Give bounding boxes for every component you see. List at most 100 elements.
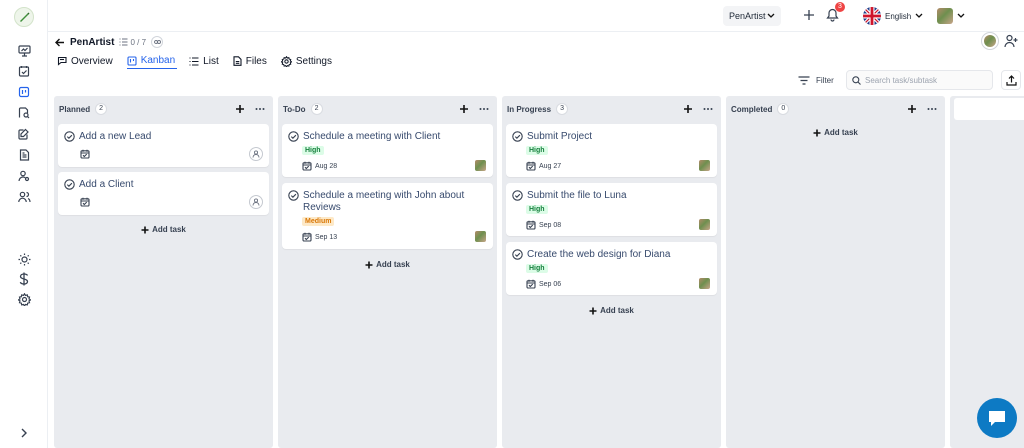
- column-count: 2: [95, 103, 108, 115]
- task-card[interactable]: Add a Client: [58, 172, 269, 215]
- check-circle-icon[interactable]: [512, 131, 523, 142]
- theme-sun-icon[interactable]: [16, 251, 32, 267]
- leads-search-icon[interactable]: [16, 105, 32, 121]
- due-date[interactable]: Sep 13: [302, 232, 337, 242]
- add-task-plus-icon[interactable]: [683, 104, 693, 114]
- assignee-avatar[interactable]: [699, 219, 710, 230]
- user-settings-icon[interactable]: [16, 168, 32, 184]
- assignee-avatar[interactable]: [475, 160, 486, 171]
- user-menu[interactable]: [937, 6, 970, 26]
- more-options-icon[interactable]: [927, 104, 937, 114]
- team-icon[interactable]: [16, 189, 32, 205]
- assignee-avatar[interactable]: [699, 160, 710, 171]
- task-card[interactable]: Submit the file to Luna High Sep 08: [506, 183, 717, 236]
- workspace-select[interactable]: PenArtist: [723, 6, 781, 26]
- tab-label: Settings: [295, 55, 332, 67]
- check-circle-icon[interactable]: [64, 131, 75, 142]
- settings-gear-icon[interactable]: [16, 291, 32, 307]
- add-task-label: Add task: [152, 225, 186, 234]
- tab-list[interactable]: List: [189, 53, 221, 69]
- more-options-icon[interactable]: [255, 104, 265, 114]
- filter-label: Filter: [816, 75, 834, 85]
- more-options-icon[interactable]: [479, 104, 489, 114]
- priority-badge: High: [526, 146, 548, 155]
- new-column-input[interactable]: [954, 98, 1024, 120]
- member-avatar-image: [984, 35, 996, 47]
- due-date-text: Aug 27: [539, 162, 562, 170]
- task-card[interactable]: Schedule a meeting with Client High Aug …: [282, 124, 493, 177]
- due-date[interactable]: Aug 27: [526, 161, 561, 171]
- tab-kanban[interactable]: Kanban: [126, 53, 178, 69]
- column-header: Planned 2: [54, 101, 273, 117]
- tab-settings[interactable]: Settings: [280, 53, 334, 69]
- filter-button[interactable]: Filter: [798, 73, 834, 87]
- link-icon[interactable]: [151, 36, 164, 48]
- calendar-icon[interactable]: [80, 149, 90, 159]
- task-title-text: Submit Project: [527, 131, 593, 142]
- plus-icon: [141, 226, 149, 233]
- notes-icon[interactable]: [16, 126, 32, 142]
- language-select[interactable]: English: [863, 6, 930, 26]
- invoices-icon[interactable]: [16, 147, 32, 163]
- upload-icon: [1005, 74, 1017, 86]
- add-task-label: Add task: [824, 128, 858, 137]
- add-task-button[interactable]: Add task: [726, 128, 945, 137]
- assignee-avatar[interactable]: [475, 231, 486, 242]
- project-tabs: Overview Kanban List Files Settings: [57, 53, 334, 69]
- assign-user-icon[interactable]: [249, 195, 263, 209]
- dashboard-icon[interactable]: [16, 43, 32, 59]
- task-card[interactable]: Create the web design for Diana High Sep…: [506, 242, 717, 295]
- sidebar: [0, 0, 48, 448]
- create-new-button[interactable]: [801, 7, 817, 23]
- more-options-icon[interactable]: [703, 104, 713, 114]
- project-member-avatar[interactable]: [981, 32, 999, 50]
- export-button[interactable]: [1001, 70, 1021, 90]
- chat-support-button[interactable]: [977, 398, 1017, 438]
- due-date[interactable]: Sep 08: [526, 220, 561, 230]
- column-title: To-Do: [283, 104, 306, 114]
- add-task-plus-icon[interactable]: [907, 104, 917, 114]
- billing-dollar-icon[interactable]: [16, 271, 32, 287]
- app-logo[interactable]: [14, 7, 34, 27]
- files-icon: [233, 56, 242, 66]
- task-title: Create the web design for Diana: [512, 249, 711, 261]
- plus-icon: [813, 129, 821, 136]
- column-count: 2: [310, 103, 323, 115]
- check-circle-icon[interactable]: [64, 179, 75, 190]
- check-circle-icon[interactable]: [288, 190, 299, 201]
- task-card[interactable]: Submit Project High Aug 27: [506, 124, 717, 177]
- add-member-icon[interactable]: [1004, 34, 1018, 48]
- tab-files[interactable]: Files: [233, 53, 269, 69]
- due-date-text: Aug 28: [315, 162, 338, 170]
- add-task-label: Add task: [600, 306, 634, 315]
- add-task-plus-icon[interactable]: [459, 104, 469, 114]
- task-card[interactable]: Add a new Lead: [58, 124, 269, 167]
- due-date[interactable]: Aug 28: [302, 161, 337, 171]
- add-task-plus-icon[interactable]: [235, 104, 245, 114]
- priority-badge: High: [302, 146, 324, 155]
- task-card[interactable]: Schedule a meeting with John about Revie…: [282, 183, 493, 249]
- add-task-button[interactable]: Add task: [502, 306, 721, 315]
- tasks-icon[interactable]: [16, 63, 32, 79]
- tab-overview[interactable]: Overview: [57, 53, 115, 69]
- add-task-button[interactable]: Add task: [54, 225, 273, 234]
- column-title: Completed: [731, 104, 773, 114]
- check-circle-icon[interactable]: [288, 131, 299, 142]
- task-count: 0 / 7: [130, 37, 147, 47]
- list-icon: [189, 56, 199, 66]
- column-count: 3: [556, 103, 569, 115]
- due-date[interactable]: Sep 06: [526, 279, 561, 289]
- assign-user-icon[interactable]: [249, 147, 263, 161]
- check-circle-icon[interactable]: [512, 190, 523, 201]
- assignee-avatar[interactable]: [699, 278, 710, 289]
- add-task-button[interactable]: Add task: [278, 260, 497, 269]
- check-circle-icon[interactable]: [512, 249, 523, 260]
- expand-sidebar-chevron-icon[interactable]: [16, 425, 32, 441]
- checklist-icon: [119, 38, 128, 46]
- kanban-column-in-progress: In Progress 3 Submit Project High Aug 27…: [502, 96, 721, 448]
- chevron-down-icon: [915, 13, 923, 18]
- projects-icon[interactable]: [16, 84, 32, 100]
- calendar-icon[interactable]: [80, 197, 90, 207]
- search-input[interactable]: [865, 75, 985, 85]
- back-arrow-icon[interactable]: [55, 38, 65, 47]
